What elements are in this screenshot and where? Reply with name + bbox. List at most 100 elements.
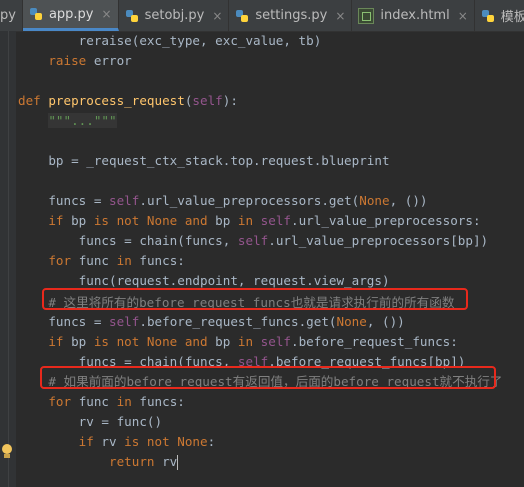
close-icon[interactable]: × — [102, 7, 112, 21]
editor-tab-bar: py app.py × setobj.py × settings.py × index.htm… — [0, 0, 524, 32]
code-token: , ()) — [366, 314, 405, 329]
code-token: self — [237, 354, 269, 369]
code-token: # 这里将所有的before_request_funcs也就是请求执行前的所有函… — [48, 295, 455, 310]
code-token: rv = func() — [78, 414, 163, 429]
close-icon[interactable]: × — [335, 9, 345, 23]
code-token: bp — [215, 213, 238, 228]
code-token: , ()) — [389, 193, 428, 208]
code-line: for func in funcs: — [18, 251, 185, 271]
code-token: funcs = — [48, 314, 110, 329]
code-token: self — [109, 314, 140, 329]
code-token: in — [237, 213, 261, 228]
tab-label: 模板渲染. — [500, 10, 524, 25]
code-token: return — [109, 454, 163, 469]
code-token: .before_request_funcs: — [291, 334, 458, 349]
tab-label: app.py — [48, 6, 94, 22]
code-token: funcs = — [48, 193, 110, 208]
code-token: rv — [101, 434, 125, 449]
code-token: bp — [71, 334, 94, 349]
code-line: rv = func() — [18, 412, 162, 432]
code-token: self — [109, 193, 140, 208]
python-file-icon — [125, 9, 139, 23]
code-token: in — [116, 394, 140, 409]
code-editor[interactable]: reraise(exc_type, exc_value, tb) raise e… — [0, 31, 524, 487]
code-line: return rv — [18, 452, 179, 472]
code-token: funcs: — [139, 394, 185, 409]
python-file-icon — [481, 9, 495, 23]
code-token: raise — [48, 53, 87, 68]
tab-label: settings.py — [255, 8, 328, 23]
code-line: bp = _request_ctx_stack.top.request.blue… — [18, 151, 390, 171]
tab-0[interactable]: py — [0, 0, 23, 31]
code-token: funcs = chain(funcs, — [78, 233, 238, 248]
code-line: # 如果前面的before_request有返回值，后面的before_requ… — [18, 372, 503, 392]
code-token: for — [48, 253, 79, 268]
tab-5[interactable]: 模板渲染. — [475, 0, 524, 31]
code-token: .url_value_preprocessors.get( — [139, 193, 360, 208]
code-token: preprocess_request — [48, 93, 185, 108]
code-token: if — [78, 434, 102, 449]
tab-4[interactable]: index.html × — [352, 0, 475, 31]
code-token: func(request.endpoint, request.view_args… — [78, 273, 390, 288]
code-line: funcs = chain(funcs, self.url_value_prep… — [18, 231, 488, 251]
lightbulb-base — [4, 454, 10, 458]
code-token: funcs = chain(funcs, — [78, 354, 238, 369]
code-token: in — [237, 334, 261, 349]
code-token: """...""" — [48, 113, 117, 128]
code-line: funcs = chain(funcs, self.before_request… — [18, 352, 466, 372]
html-file-icon — [358, 7, 375, 24]
code-token: # 如果前面的before_request有返回值，后面的before_requ… — [48, 374, 503, 389]
code-line: for func in funcs: — [18, 392, 185, 412]
tab-label: py — [0, 8, 16, 23]
close-icon[interactable]: × — [212, 9, 222, 23]
code-token: if — [48, 213, 72, 228]
code-token: is not None and — [93, 213, 216, 228]
code-token: func — [78, 253, 117, 268]
python-file-icon — [29, 7, 43, 21]
code-token: : — [207, 434, 216, 449]
code-token: is not None — [124, 434, 208, 449]
tab-2[interactable]: setobj.py × — [119, 0, 230, 31]
code-line: func(request.endpoint, request.view_args… — [18, 271, 390, 291]
close-icon[interactable]: × — [458, 9, 468, 23]
code-line: if bp is not None and bp in self.before_… — [18, 332, 458, 352]
tab-label: setobj.py — [144, 8, 205, 23]
code-token: bp — [71, 213, 94, 228]
code-token: funcs: — [139, 253, 185, 268]
code-line: funcs = self.url_value_preprocessors.get… — [18, 191, 428, 211]
code-token: .url_value_preprocessors[bp]) — [268, 233, 489, 248]
code-token: .before_request_funcs.get( — [139, 314, 337, 329]
tab-label: index.html — [380, 8, 450, 23]
code-token: in — [116, 253, 140, 268]
code-line: if rv is not None: — [18, 432, 216, 452]
code-line: funcs = self.before_request_funcs.get(No… — [18, 312, 405, 332]
code-token: self — [237, 233, 269, 248]
code-token: None — [336, 314, 367, 329]
python-file-icon — [235, 9, 249, 23]
text-caret — [177, 455, 179, 470]
code-token: func — [78, 394, 117, 409]
code-token: for — [48, 394, 79, 409]
code-token: is not None and — [93, 334, 216, 349]
code-token: reraise(exc_type, exc_value, tb) — [78, 33, 322, 48]
code-line: """...""" — [18, 111, 117, 131]
code-token: bp — [215, 334, 238, 349]
code-token: None — [359, 193, 390, 208]
code-line: def preprocess_request(self): — [18, 91, 238, 111]
lightbulb-glass — [2, 444, 12, 454]
code-token: self — [192, 93, 223, 108]
code-token: ): — [222, 93, 238, 108]
code-token: self — [260, 213, 292, 228]
code-line: raise error — [18, 51, 132, 71]
tab-3[interactable]: settings.py × — [229, 0, 353, 31]
code-token: bp = _request_ctx_stack.top.request.blue… — [48, 153, 390, 168]
code-token: def — [18, 93, 49, 108]
code-token: rv — [162, 454, 178, 469]
code-token: .url_value_preprocessors: — [291, 213, 481, 228]
code-token: self — [260, 334, 292, 349]
tab-1[interactable]: app.py × — [22, 0, 119, 31]
code-line: if bp is not None and bp in self.url_val… — [18, 211, 481, 231]
code-token: error — [86, 53, 132, 68]
lightbulb-icon[interactable] — [1, 444, 13, 460]
code-token: if — [48, 334, 72, 349]
